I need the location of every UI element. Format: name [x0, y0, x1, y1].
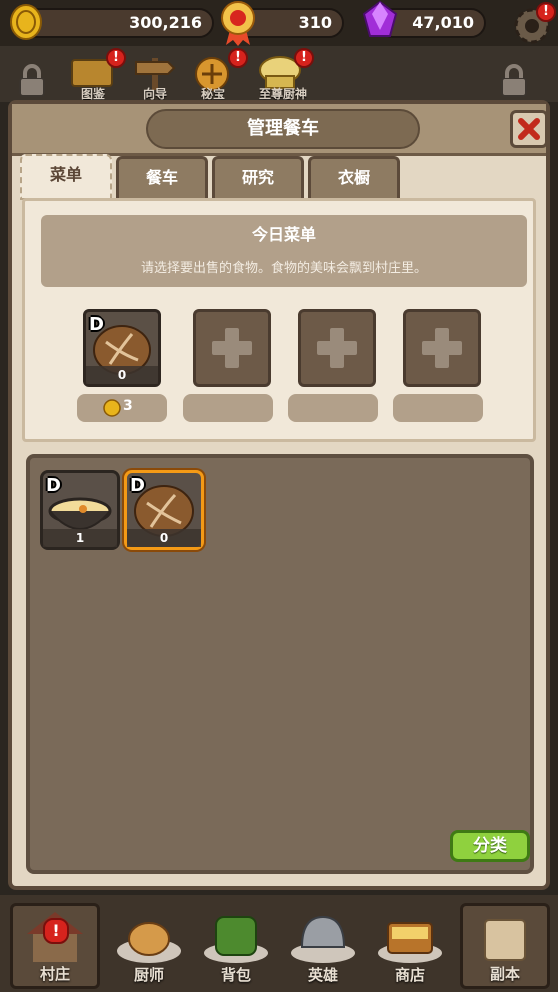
menu-slot-3[interactable]	[298, 309, 376, 387]
inventory-item-soup[interactable]: D 1	[40, 470, 120, 550]
lock-icon	[19, 64, 45, 97]
top-currency-bar: 300,216 310 47,010 !	[0, 0, 558, 46]
nav-label: 村庄	[39, 965, 70, 983]
grade-badge: D	[46, 475, 61, 496]
item-count: 0	[86, 366, 158, 384]
gold-amount: 300,216	[129, 13, 202, 32]
today-menu-subtitle: 请选择要出售的食物。食物的美味会飘到村庄里。	[140, 261, 427, 276]
strip-item-treasure[interactable]: ! 秘宝	[186, 48, 248, 101]
close-icon	[518, 118, 540, 140]
price-tag-empty	[183, 394, 273, 422]
price-tag: 3	[77, 394, 167, 422]
grade-badge: D	[130, 475, 145, 496]
nav-label: 厨师	[133, 966, 164, 984]
panel-header: 管理餐车	[12, 104, 548, 156]
today-menu-title: 今日菜单	[251, 225, 316, 244]
chef-icon	[117, 922, 181, 963]
tab-menu[interactable]: 菜单	[20, 154, 112, 200]
grade-badge: D	[89, 314, 104, 335]
nav-hero[interactable]: 英雄	[282, 907, 364, 987]
nav-label: 副本	[489, 965, 520, 983]
menu-slot-2[interactable]	[193, 309, 271, 387]
settings-alert-badge: !	[536, 2, 556, 22]
settings-button[interactable]: !	[510, 2, 556, 46]
item-count: 0	[127, 529, 201, 547]
nav-dungeon[interactable]: 副本	[460, 903, 550, 989]
panel-title: 管理餐车	[146, 109, 420, 149]
scroll-map-icon	[484, 919, 526, 961]
inventory-item-bread[interactable]: D 0	[124, 470, 204, 550]
price-value: 3	[123, 398, 133, 414]
gold-coin-icon	[103, 399, 121, 417]
strip-item-chef-god[interactable]: ! 至尊厨神	[248, 48, 318, 101]
bottom-nav: ! 村庄 厨师 背包 英雄 商店 副本	[0, 895, 558, 992]
close-button[interactable]	[510, 110, 548, 148]
gem-amount: 47,010	[412, 13, 474, 32]
alert-badge: !	[106, 48, 126, 68]
nav-label: 背包	[220, 966, 251, 984]
food-inventory: D 1 D 0 分类	[26, 454, 534, 874]
price-tag-empty	[288, 394, 378, 422]
gold-coin-icon	[10, 4, 42, 40]
lock-icon	[501, 64, 527, 97]
shop-chest-icon	[378, 922, 442, 963]
sort-button[interactable]: 分类	[450, 830, 530, 862]
tab-research[interactable]: 研究	[212, 156, 304, 198]
tab-wardrobe[interactable]: 衣橱	[308, 156, 400, 198]
nav-chef[interactable]: 厨师	[108, 907, 190, 987]
hero-helmet-icon	[291, 915, 355, 963]
purple-gem-icon	[362, 0, 398, 37]
gold-counter: 300,216	[18, 8, 214, 38]
alert-badge: !	[43, 918, 69, 944]
header-strip: ! 图鉴 向导 ! 秘宝 ! 至尊厨神	[0, 46, 558, 102]
medal-amount: 310	[298, 13, 332, 32]
strip-item-collection[interactable]: ! 图鉴	[66, 48, 126, 101]
nav-label: 英雄	[307, 966, 338, 984]
nav-label: 商店	[394, 966, 425, 984]
nav-backpack[interactable]: 背包	[194, 907, 278, 987]
nav-shop[interactable]: 商店	[368, 907, 452, 987]
menu-slot-4[interactable]	[403, 309, 481, 387]
manage-food-truck-panel: 管理餐车 菜单 餐车 研究 衣橱 今日菜单 请选择要出售的食物。食物的美味会飘到…	[8, 100, 550, 890]
strip-item-guide[interactable]: 向导	[128, 52, 182, 101]
today-menu-box: 今日菜单 请选择要出售的食物。食物的美味会飘到村庄里。	[41, 215, 527, 287]
menu-content: 今日菜单 请选择要出售的食物。食物的美味会飘到村庄里。 D 0 3	[22, 198, 536, 442]
price-tag-empty	[393, 394, 483, 422]
item-count: 1	[43, 529, 117, 547]
alert-badge: !	[294, 48, 314, 68]
medal-icon	[221, 1, 255, 46]
alert-badge: !	[228, 48, 248, 68]
tab-food-truck[interactable]: 餐车	[116, 156, 208, 198]
backpack-icon	[204, 916, 268, 963]
nav-village[interactable]: ! 村庄	[10, 903, 100, 989]
menu-slot-1[interactable]: D 0	[83, 309, 161, 387]
